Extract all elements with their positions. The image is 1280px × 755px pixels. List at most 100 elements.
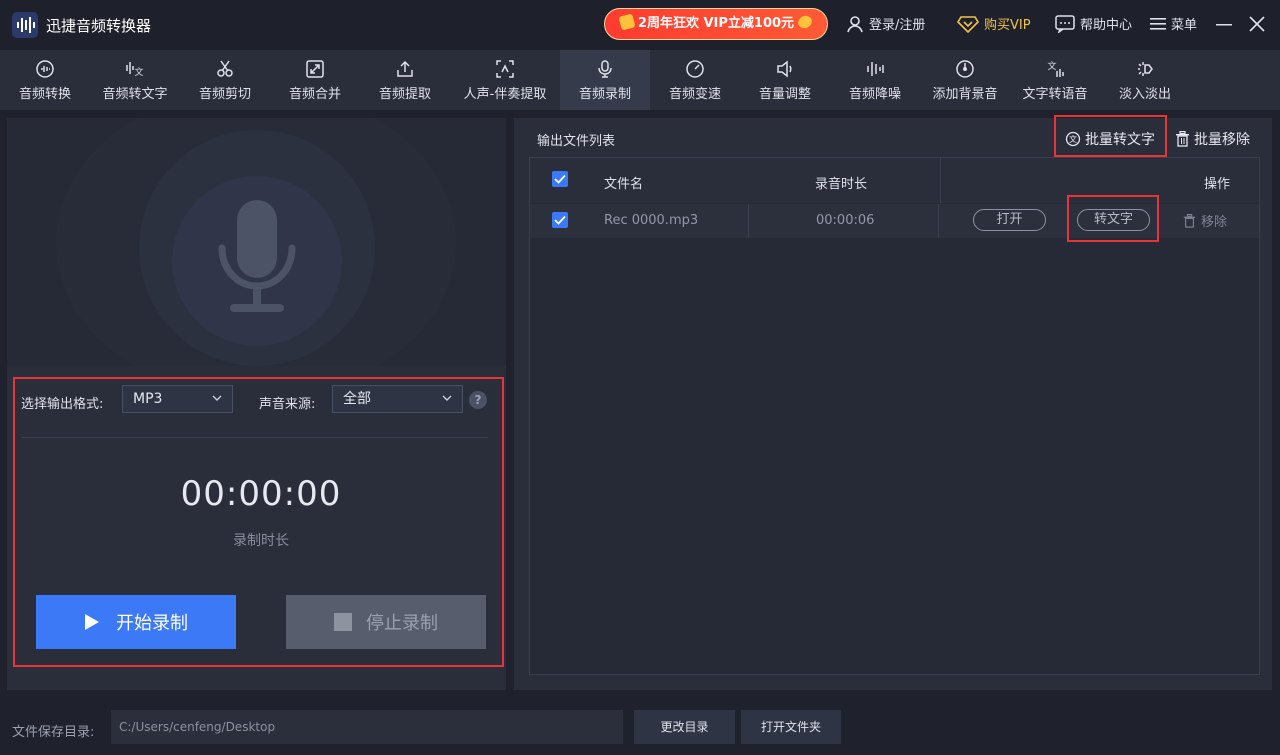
tool-label: 音频剪切 [198, 86, 251, 102]
fade-icon [1138, 61, 1153, 76]
tool-speaker[interactable]: 音量调整 [740, 50, 830, 110]
chat-icon [1055, 14, 1075, 33]
disc-icon [956, 59, 974, 78]
login-button[interactable]: 登录/注册 [846, 14, 925, 33]
minimize-icon[interactable] [1214, 14, 1234, 34]
tool-label: 音频降噪 [848, 86, 901, 102]
batch-to-text-button[interactable]: 文 批量转文字 [1065, 129, 1155, 149]
open-file-button[interactable]: 打开 [973, 209, 1046, 231]
help-center-button[interactable]: 帮助中心 [1055, 14, 1132, 33]
coin-icon [796, 13, 814, 31]
promo-label: 2周年狂欢 VIP立减100元 [637, 16, 795, 31]
tool-label: 音量调整 [758, 86, 811, 102]
output-list-title: 输出文件列表 [537, 134, 616, 149]
tool-label: 文字转语音 [1022, 86, 1088, 102]
format-value: MP3 [133, 391, 163, 407]
app-logo-icon [12, 12, 38, 38]
vocal-extract-icon [496, 59, 514, 78]
source-select[interactable]: 全部 [332, 385, 463, 413]
play-icon [85, 614, 99, 630]
remove-row-button[interactable]: 移除 [1183, 211, 1227, 230]
check-icon [554, 174, 566, 184]
tool-label: 音频录制 [578, 86, 631, 102]
merge-icon [306, 59, 324, 78]
format-select[interactable]: MP3 [122, 385, 233, 413]
tool-scissors[interactable]: 音频剪切 [180, 50, 270, 110]
help-icon[interactable]: ? [469, 391, 487, 409]
diamond-icon [957, 15, 979, 33]
save-dir-label: 文件保存目录: [12, 725, 95, 740]
column-header-duration: 录音时长 [815, 177, 868, 192]
user-icon [847, 15, 863, 32]
tool-label: 人声-伴奏提取 [463, 86, 547, 102]
menu-button[interactable]: 菜单 [1150, 14, 1197, 33]
batch-to-text-label: 批量转文字 [1085, 132, 1155, 148]
hamburger-icon [1150, 17, 1166, 30]
record-timer: 00:00:00 [180, 474, 342, 514]
tool-text-to-speech[interactable]: 文文字转语音 [1010, 50, 1100, 110]
tool-microphone[interactable]: 音频录制 [560, 50, 650, 110]
microphone-icon [598, 59, 612, 78]
vip-label: 购买VIP [984, 18, 1031, 33]
change-dir-button[interactable]: 更改目录 [634, 710, 735, 744]
check-icon [554, 215, 566, 225]
stop-recording-button[interactable]: 停止录制 [286, 595, 486, 649]
buy-vip-button[interactable]: 购买VIP [957, 14, 1031, 33]
tool-speed[interactable]: 音频变速 [650, 50, 740, 110]
login-label: 登录/注册 [869, 18, 926, 33]
trash-icon [1176, 131, 1189, 147]
save-path-field[interactable]: C:/Users/cenfeng/Desktop [111, 710, 623, 744]
scissors-icon [217, 60, 233, 77]
column-header-actions: 操作 [1204, 177, 1231, 192]
start-recording-button[interactable]: 开始录制 [36, 595, 236, 649]
svg-text:文: 文 [1069, 134, 1077, 144]
promo-banner[interactable]: 2周年狂欢 VIP立减100元 [604, 8, 828, 40]
tool-label: 音频转文字 [102, 86, 168, 102]
chevron-down-icon [212, 395, 222, 401]
tool-audio-convert[interactable]: 音频转换 [0, 50, 90, 110]
to-text-button[interactable]: 转文字 [1077, 209, 1150, 231]
batch-remove-button[interactable]: 批量移除 [1175, 129, 1250, 149]
text-to-speech-icon: 文 [1047, 60, 1064, 77]
speed-icon [686, 59, 704, 78]
convert-text-icon: 文 [1065, 131, 1081, 147]
mic-visual-area [7, 118, 506, 366]
tool-disc[interactable]: 添加背景音 [920, 50, 1010, 110]
waveform-icon [867, 61, 884, 76]
tool-audio-to-text[interactable]: 文音频转文字 [90, 50, 180, 110]
help-label: 帮助中心 [1080, 18, 1133, 33]
source-value: 全部 [343, 391, 371, 407]
app-title: 迅捷音频转换器 [46, 17, 152, 35]
stop-icon [334, 613, 352, 631]
column-header-name: 文件名 [604, 177, 644, 192]
format-label: 选择输出格式: [21, 397, 104, 412]
tool-label: 添加背景音 [932, 86, 998, 102]
svg-text:文: 文 [1047, 60, 1056, 72]
audio-to-text-icon: 文 [126, 61, 144, 78]
tool-waveform[interactable]: 音频降噪 [830, 50, 920, 110]
tool-vocal-extract[interactable]: 人声-伴奏提取 [450, 50, 560, 110]
stop-label: 停止录制 [366, 613, 438, 634]
audio-convert-icon [36, 59, 54, 78]
divider [21, 437, 488, 438]
start-label: 开始录制 [116, 613, 188, 634]
upload-icon [397, 60, 413, 77]
tool-label: 音频合并 [288, 86, 341, 102]
row-file-name: Rec 0000.mp3 [604, 213, 699, 228]
timer-label: 录制时长 [233, 533, 289, 549]
open-folder-button[interactable]: 打开文件夹 [741, 710, 841, 744]
tool-fade[interactable]: 淡入淡出 [1100, 50, 1190, 110]
tool-upload[interactable]: 音频提取 [360, 50, 450, 110]
close-icon[interactable] [1247, 14, 1267, 34]
row-checkbox[interactable] [552, 212, 568, 228]
chevron-down-icon [442, 395, 452, 401]
source-label: 声音来源: [259, 397, 316, 412]
menu-label: 菜单 [1171, 18, 1198, 33]
trash-icon [1183, 213, 1196, 228]
gift-icon [618, 13, 636, 31]
tool-label: 淡入淡出 [1118, 86, 1171, 102]
batch-remove-label: 批量移除 [1194, 132, 1250, 148]
tool-merge[interactable]: 音频合并 [270, 50, 360, 110]
tool-label: 音频提取 [378, 86, 431, 102]
select-all-checkbox[interactable] [552, 171, 568, 187]
